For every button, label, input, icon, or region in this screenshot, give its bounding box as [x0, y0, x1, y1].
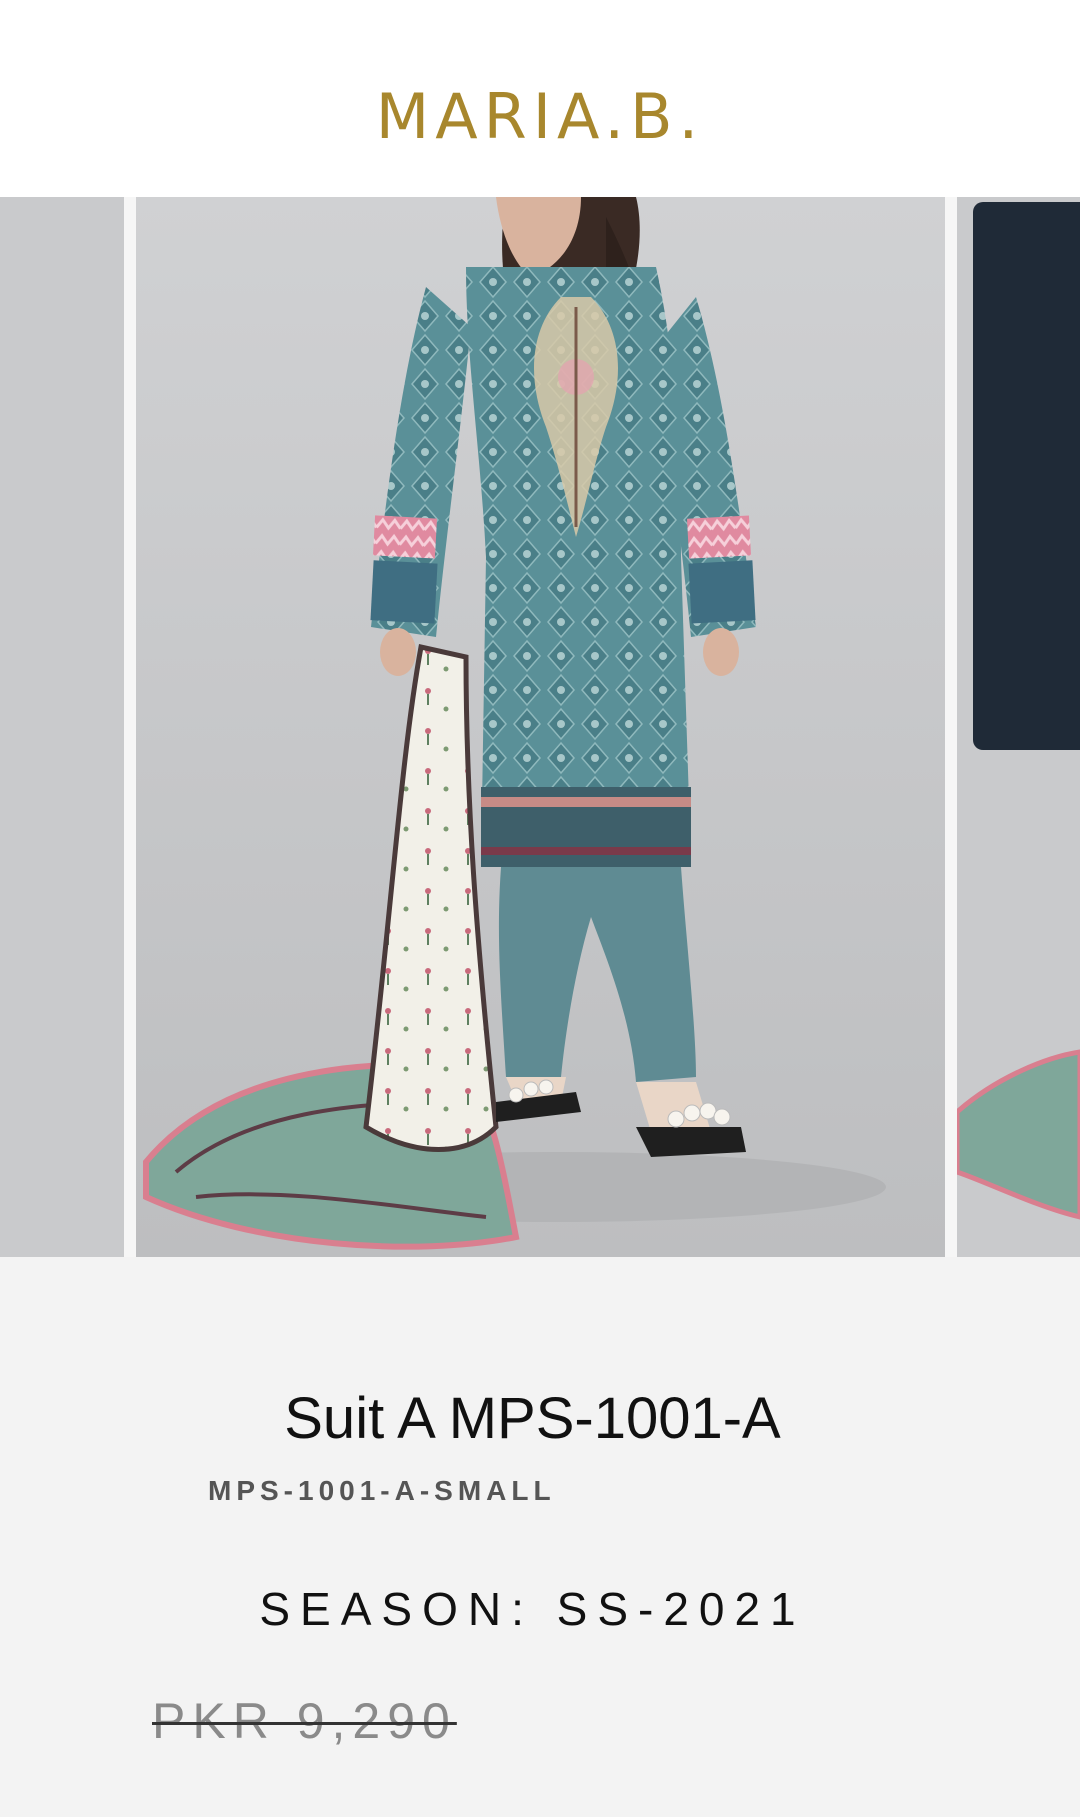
product-image-carousel[interactable]	[0, 197, 1080, 1257]
product-sku: MPS-1001-A-SMALL	[208, 1475, 556, 1506]
product-model-image	[136, 197, 945, 1257]
previous-slide-image	[0, 197, 124, 1257]
carousel-slide-main[interactable]	[136, 197, 945, 1257]
carousel-slide-previous[interactable]	[0, 197, 124, 1257]
page: MARIA.B. Suit A MPS-1001-A MPS-1001-A-SM…	[0, 0, 1080, 1817]
header: MARIA.B.	[0, 0, 1080, 197]
product-price-original: PKR 9,290	[152, 1693, 457, 1749]
product-season: SEASON: SS-2021	[259, 1583, 806, 1635]
side-overlay-panel[interactable]	[973, 202, 1080, 750]
product-info: Suit A MPS-1001-A MPS-1001-A-SMALL SEASO…	[0, 1257, 1080, 1817]
brand-logo[interactable]: MARIA.B.	[0, 80, 1080, 153]
product-title: Suit A MPS-1001-A	[284, 1386, 781, 1451]
